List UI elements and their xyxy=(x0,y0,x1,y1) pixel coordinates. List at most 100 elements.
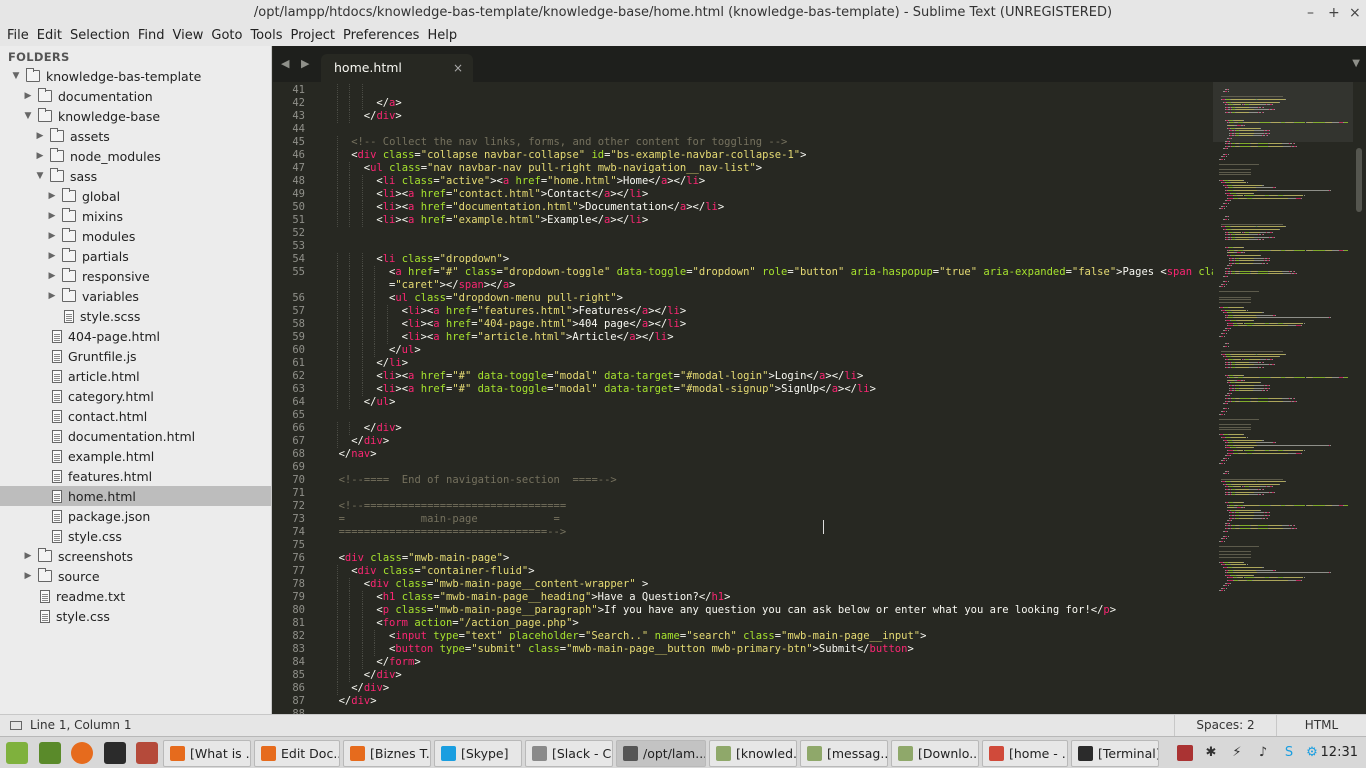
tree-folder[interactable]: ▶ responsive xyxy=(0,266,271,286)
tab-menu-icon[interactable]: ▼ xyxy=(1352,58,1360,69)
taskbar-window-button[interactable]: [Terminal] xyxy=(1071,740,1159,767)
code-line[interactable]: </div> xyxy=(351,435,389,448)
minimap[interactable] xyxy=(1213,82,1353,714)
menu-selection[interactable]: Selection xyxy=(66,26,134,46)
tree-folder[interactable]: ▼ knowledge-bas-template xyxy=(0,66,271,86)
tree-file[interactable]: package.json xyxy=(0,506,271,526)
tree-file[interactable]: article.html xyxy=(0,366,271,386)
code-line[interactable]: <li><a href="features.html">Features</a>… xyxy=(402,305,687,318)
code-line[interactable]: <a href="#" class="dropdown-toggle" data… xyxy=(389,266,1213,279)
collapsed-arrow-icon[interactable]: ▶ xyxy=(34,151,46,161)
code-line[interactable]: <p class="mwb-main-page__paragraph">If y… xyxy=(376,604,1116,617)
skype-tray-icon[interactable]: S xyxy=(1281,745,1297,761)
network-icon[interactable]: ⚡ xyxy=(1229,745,1245,761)
tree-file[interactable]: Gruntfile.js xyxy=(0,346,271,366)
code-line[interactable]: <li class="active"><a href="home.html">H… xyxy=(376,175,705,188)
code-line[interactable]: <button type="submit" class="mwb-main-pa… xyxy=(389,643,914,656)
taskbar-window-button[interactable]: [Skype] xyxy=(434,740,522,767)
tree-folder[interactable]: ▶ screenshots xyxy=(0,546,271,566)
code-line[interactable]: <!--================================ xyxy=(339,500,567,513)
tab-close-icon[interactable]: × xyxy=(453,54,463,82)
menu-project[interactable]: Project xyxy=(286,26,338,46)
tree-folder[interactable]: ▼ sass xyxy=(0,166,271,186)
code-line[interactable]: </li> xyxy=(376,357,408,370)
menu-help[interactable]: Help xyxy=(423,26,461,46)
collapsed-arrow-icon[interactable]: ▶ xyxy=(46,191,58,201)
collapsed-arrow-icon[interactable]: ▶ xyxy=(22,91,34,101)
taskbar-window-button[interactable]: [What is ... xyxy=(163,740,251,767)
expanded-arrow-icon[interactable]: ▼ xyxy=(10,71,22,81)
vertical-scrollbar[interactable] xyxy=(1353,82,1366,714)
scrollbar-thumb[interactable] xyxy=(1356,148,1362,212)
code-line[interactable]: =================================--> xyxy=(339,526,567,539)
tree-folder[interactable]: ▶ modules xyxy=(0,226,271,246)
menu-goto[interactable]: Goto xyxy=(207,26,246,46)
indicator-icon[interactable] xyxy=(1177,745,1193,761)
code-line[interactable]: <ul class="nav navbar-nav pull-right mwb… xyxy=(364,162,762,175)
code-line[interactable]: <!-- Collect the nav links, forms, and o… xyxy=(351,136,787,149)
code-line[interactable]: </ul> xyxy=(364,396,396,409)
mint-menu-icon[interactable] xyxy=(6,742,28,764)
tree-file[interactable]: readme.txt xyxy=(0,586,271,606)
indentation-setting[interactable]: Spaces: 2 xyxy=(1174,715,1276,736)
code-line[interactable]: </div> xyxy=(364,110,402,123)
code-line[interactable]: ="caret"></span></a> xyxy=(389,279,515,292)
tree-folder[interactable]: ▶ mixins xyxy=(0,206,271,226)
collapsed-arrow-icon[interactable]: ▶ xyxy=(22,551,34,561)
tree-file[interactable]: style.css xyxy=(0,526,271,546)
code-line[interactable]: <ul class="dropdown-menu pull-right"> xyxy=(389,292,623,305)
taskbar-window-button[interactable]: [Downlo... xyxy=(891,740,979,767)
tree-file[interactable]: style.css xyxy=(0,606,271,626)
collapsed-arrow-icon[interactable]: ▶ xyxy=(46,291,58,301)
code-line[interactable]: <input type="text" placeholder="Search..… xyxy=(389,630,926,643)
tree-folder[interactable]: ▼ knowledge-base xyxy=(0,106,271,126)
menu-edit[interactable]: Edit xyxy=(33,26,66,46)
code-line[interactable]: <li class="dropdown"> xyxy=(376,253,509,266)
code-line[interactable]: <li><a href="#" data-toggle="modal" data… xyxy=(376,370,863,383)
tree-folder[interactable]: ▶ assets xyxy=(0,126,271,146)
code-line[interactable]: <div class="container-fluid"> xyxy=(351,565,534,578)
tree-folder[interactable]: ▶ global xyxy=(0,186,271,206)
code-line[interactable]: <h1 class="mwb-main-page__heading">Have … xyxy=(376,591,730,604)
code-line[interactable]: </div> xyxy=(364,669,402,682)
maximize-button[interactable]: + xyxy=(1328,0,1340,26)
taskbar-window-button[interactable]: [Biznes T... xyxy=(343,740,431,767)
code-line[interactable]: <li><a href="documentation.html">Documen… xyxy=(376,201,724,214)
settings-tray-icon[interactable]: ⚙ xyxy=(1304,745,1320,761)
code-line[interactable]: <li><a href="contact.html">Contact</a></… xyxy=(376,188,648,201)
code-line[interactable]: = main-page = xyxy=(339,513,560,526)
archive-icon[interactable] xyxy=(136,742,158,764)
menu-preferences[interactable]: Preferences xyxy=(339,26,423,46)
code-line[interactable]: </div> xyxy=(351,682,389,695)
menu-tools[interactable]: Tools xyxy=(246,26,286,46)
collapsed-arrow-icon[interactable]: ▶ xyxy=(46,251,58,261)
code-line[interactable]: <!--==== End of navigation-section ====-… xyxy=(339,474,617,487)
code-area[interactable]: </a> </div> <!-- Collect the nav links, fo… xyxy=(326,82,1213,714)
taskbar-window-button[interactable]: [home - ... xyxy=(982,740,1068,767)
menu-find[interactable]: Find xyxy=(134,26,169,46)
tree-folder[interactable]: ▶ partials xyxy=(0,246,271,266)
minimize-button[interactable]: – xyxy=(1307,0,1314,26)
code-line[interactable]: <li><a href="example.html">Example</a></… xyxy=(376,214,648,227)
taskbar-window-button[interactable]: Edit Doc... xyxy=(254,740,340,767)
tree-folder[interactable]: ▶ variables xyxy=(0,286,271,306)
code-editor[interactable]: 41 42 43 44 45 46 47 48 49 50 51 52 53 54 55 56 57 58 59 60… xyxy=(273,82,1213,714)
tree-folder[interactable]: ▶ source xyxy=(0,566,271,586)
close-window-button[interactable]: × xyxy=(1349,0,1361,26)
code-line[interactable]: <div class="mwb-main-page"> xyxy=(339,552,510,565)
volume-icon[interactable]: ♪ xyxy=(1255,745,1271,761)
menu-view[interactable]: View xyxy=(169,26,208,46)
expanded-arrow-icon[interactable]: ▼ xyxy=(34,171,46,181)
tree-file[interactable]: home.html xyxy=(0,486,271,506)
collapsed-arrow-icon[interactable]: ▶ xyxy=(34,131,46,141)
collapsed-arrow-icon[interactable]: ▶ xyxy=(46,231,58,241)
code-line[interactable]: <li><a href="#" data-toggle="modal" data… xyxy=(376,383,876,396)
code-line[interactable]: </nav> xyxy=(339,448,377,461)
code-line[interactable]: </ul> xyxy=(389,344,421,357)
code-line[interactable]: </a> xyxy=(376,97,401,110)
collapsed-arrow-icon[interactable]: ▶ xyxy=(46,211,58,221)
tree-file[interactable]: 404-page.html xyxy=(0,326,271,346)
tree-file[interactable]: style.scss xyxy=(0,306,271,326)
tree-file[interactable]: category.html xyxy=(0,386,271,406)
taskbar-window-button[interactable]: /opt/lam... xyxy=(616,740,706,767)
